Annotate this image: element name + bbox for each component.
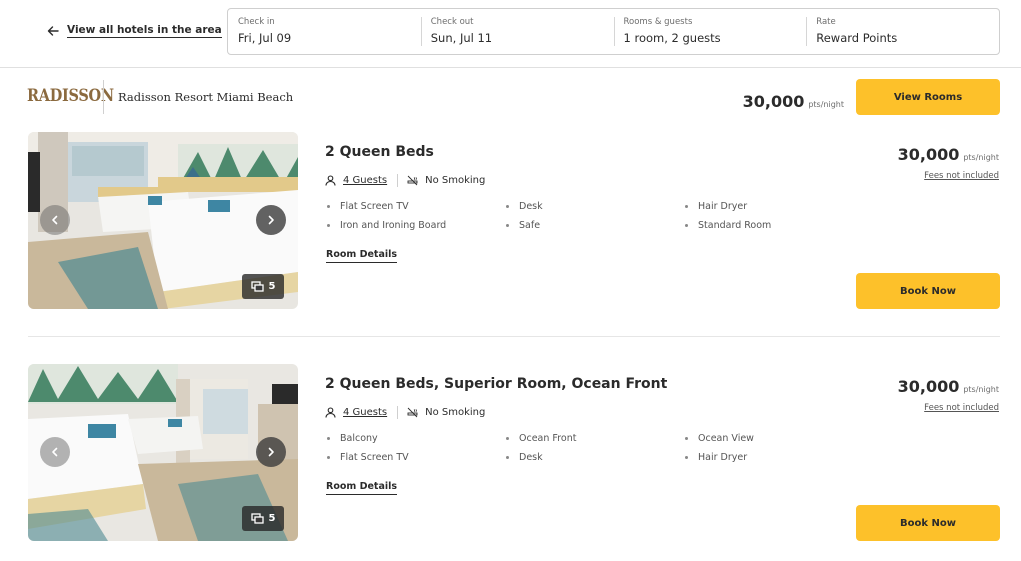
rooms-guests-field[interactable]: Rooms & guests 1 room, 2 guests — [613, 9, 807, 54]
room-price-unit: pts/night — [963, 385, 999, 394]
rate-label: Rate — [816, 17, 836, 27]
hotel-name: Radisson Resort Miami Beach — [118, 90, 294, 104]
amenity-item: Hair Dryer — [685, 201, 867, 212]
logo-divider — [103, 80, 104, 114]
brand-logo: RADISSON — [27, 86, 114, 106]
no-smoking-icon — [407, 175, 418, 186]
hotel-price-value: 30,000 — [742, 92, 805, 111]
carousel-prev-button[interactable] — [40, 437, 70, 467]
search-header: View all hotels in the area Check in Fri… — [0, 0, 1021, 68]
room-divider — [28, 336, 1000, 337]
room-card: 5 2 Queen Beds, Superior Room, Ocean Fro… — [0, 364, 1021, 542]
search-summary: Check in Fri, Jul 09 Check out Sun, Jul … — [227, 8, 1000, 55]
rate-field[interactable]: Rate Reward Points — [806, 9, 999, 54]
room-meta: 4 Guests No Smoking — [325, 174, 485, 187]
amenity-item: Ocean View — [685, 433, 867, 444]
back-link-label: View all hotels in the area — [67, 24, 222, 38]
room-price-value: 30,000 — [897, 377, 960, 396]
rooms-guests-label: Rooms & guests — [623, 17, 693, 27]
photo-gallery-icon — [250, 281, 264, 292]
guests-link[interactable]: 4 Guests — [343, 175, 387, 186]
book-now-button[interactable]: Book Now — [856, 273, 1000, 309]
photo-gallery-icon — [250, 513, 264, 524]
check-in-field[interactable]: Check in Fri, Jul 09 — [228, 9, 421, 54]
amenity-item: Safe — [506, 220, 685, 231]
fees-not-included-link[interactable]: Fees not included — [924, 403, 999, 413]
carousel-next-button[interactable] — [256, 437, 286, 467]
person-icon — [325, 407, 336, 418]
carousel-next-button[interactable] — [256, 205, 286, 235]
rate-value: Reward Points — [816, 31, 898, 45]
smoking-policy: No Smoking — [425, 407, 486, 418]
back-to-hotels-link[interactable]: View all hotels in the area — [47, 24, 222, 38]
person-icon — [325, 175, 336, 186]
amenities-list: Balcony Ocean Front Ocean View Flat Scre… — [327, 433, 867, 463]
amenity-item: Standard Room — [685, 220, 867, 231]
photo-count-value: 5 — [268, 281, 276, 292]
guests-link[interactable]: 4 Guests — [343, 407, 387, 418]
room-price-value: 30,000 — [897, 145, 960, 164]
amenity-item: Flat Screen TV — [327, 201, 506, 212]
check-out-value: Sun, Jul 11 — [430, 31, 493, 45]
no-smoking-icon — [407, 407, 418, 418]
amenity-item: Desk — [506, 452, 685, 463]
amenity-item: Balcony — [327, 433, 506, 444]
photo-count-badge[interactable]: 5 — [242, 274, 284, 299]
meta-divider — [397, 406, 399, 419]
room-price: 30,000 pts/night — [898, 377, 999, 396]
smoking-policy: No Smoking — [425, 175, 486, 186]
photo-count-value: 5 — [268, 513, 276, 524]
carousel-prev-button[interactable] — [40, 205, 70, 235]
room-photo[interactable]: 5 — [28, 132, 298, 309]
amenity-item: Hair Dryer — [685, 452, 867, 463]
amenity-item: Desk — [506, 201, 685, 212]
view-rooms-button[interactable]: View Rooms — [856, 79, 1000, 115]
hotel-price-unit: pts/night — [808, 100, 844, 109]
photo-count-badge[interactable]: 5 — [242, 506, 284, 531]
hotel-price: 30,000 pts/night — [743, 92, 844, 111]
check-out-field[interactable]: Check out Sun, Jul 11 — [420, 9, 614, 54]
chevron-left-icon — [52, 447, 58, 457]
amenity-item: Flat Screen TV — [327, 452, 506, 463]
room-photo[interactable]: 5 — [28, 364, 298, 541]
room-price-unit: pts/night — [963, 153, 999, 162]
book-now-button[interactable]: Book Now — [856, 505, 1000, 541]
chevron-left-icon — [52, 215, 58, 225]
room-title: 2 Queen Beds, Superior Room, Ocean Front — [325, 376, 668, 392]
room-meta: 4 Guests No Smoking — [325, 406, 485, 419]
room-details-link[interactable]: Room Details — [326, 249, 398, 263]
room-details-link[interactable]: Room Details — [326, 481, 398, 495]
rooms-guests-value: 1 room, 2 guests — [623, 31, 721, 45]
fees-not-included-link[interactable]: Fees not included — [924, 171, 999, 181]
room-card: 5 2 Queen Beds 4 Guests No Smoking Flat … — [0, 132, 1021, 310]
amenities-list: Flat Screen TV Desk Hair Dryer Iron and … — [327, 201, 867, 231]
meta-divider — [397, 174, 399, 187]
arrow-left-icon — [47, 26, 59, 36]
chevron-right-icon — [268, 215, 274, 225]
room-price: 30,000 pts/night — [898, 145, 999, 164]
chevron-right-icon — [268, 447, 274, 457]
check-in-value: Fri, Jul 09 — [238, 31, 292, 45]
check-in-label: Check in — [238, 17, 275, 27]
room-title: 2 Queen Beds — [325, 144, 434, 160]
check-out-label: Check out — [430, 17, 474, 27]
amenity-item: Ocean Front — [506, 433, 685, 444]
amenity-item: Iron and Ironing Board — [327, 220, 506, 231]
